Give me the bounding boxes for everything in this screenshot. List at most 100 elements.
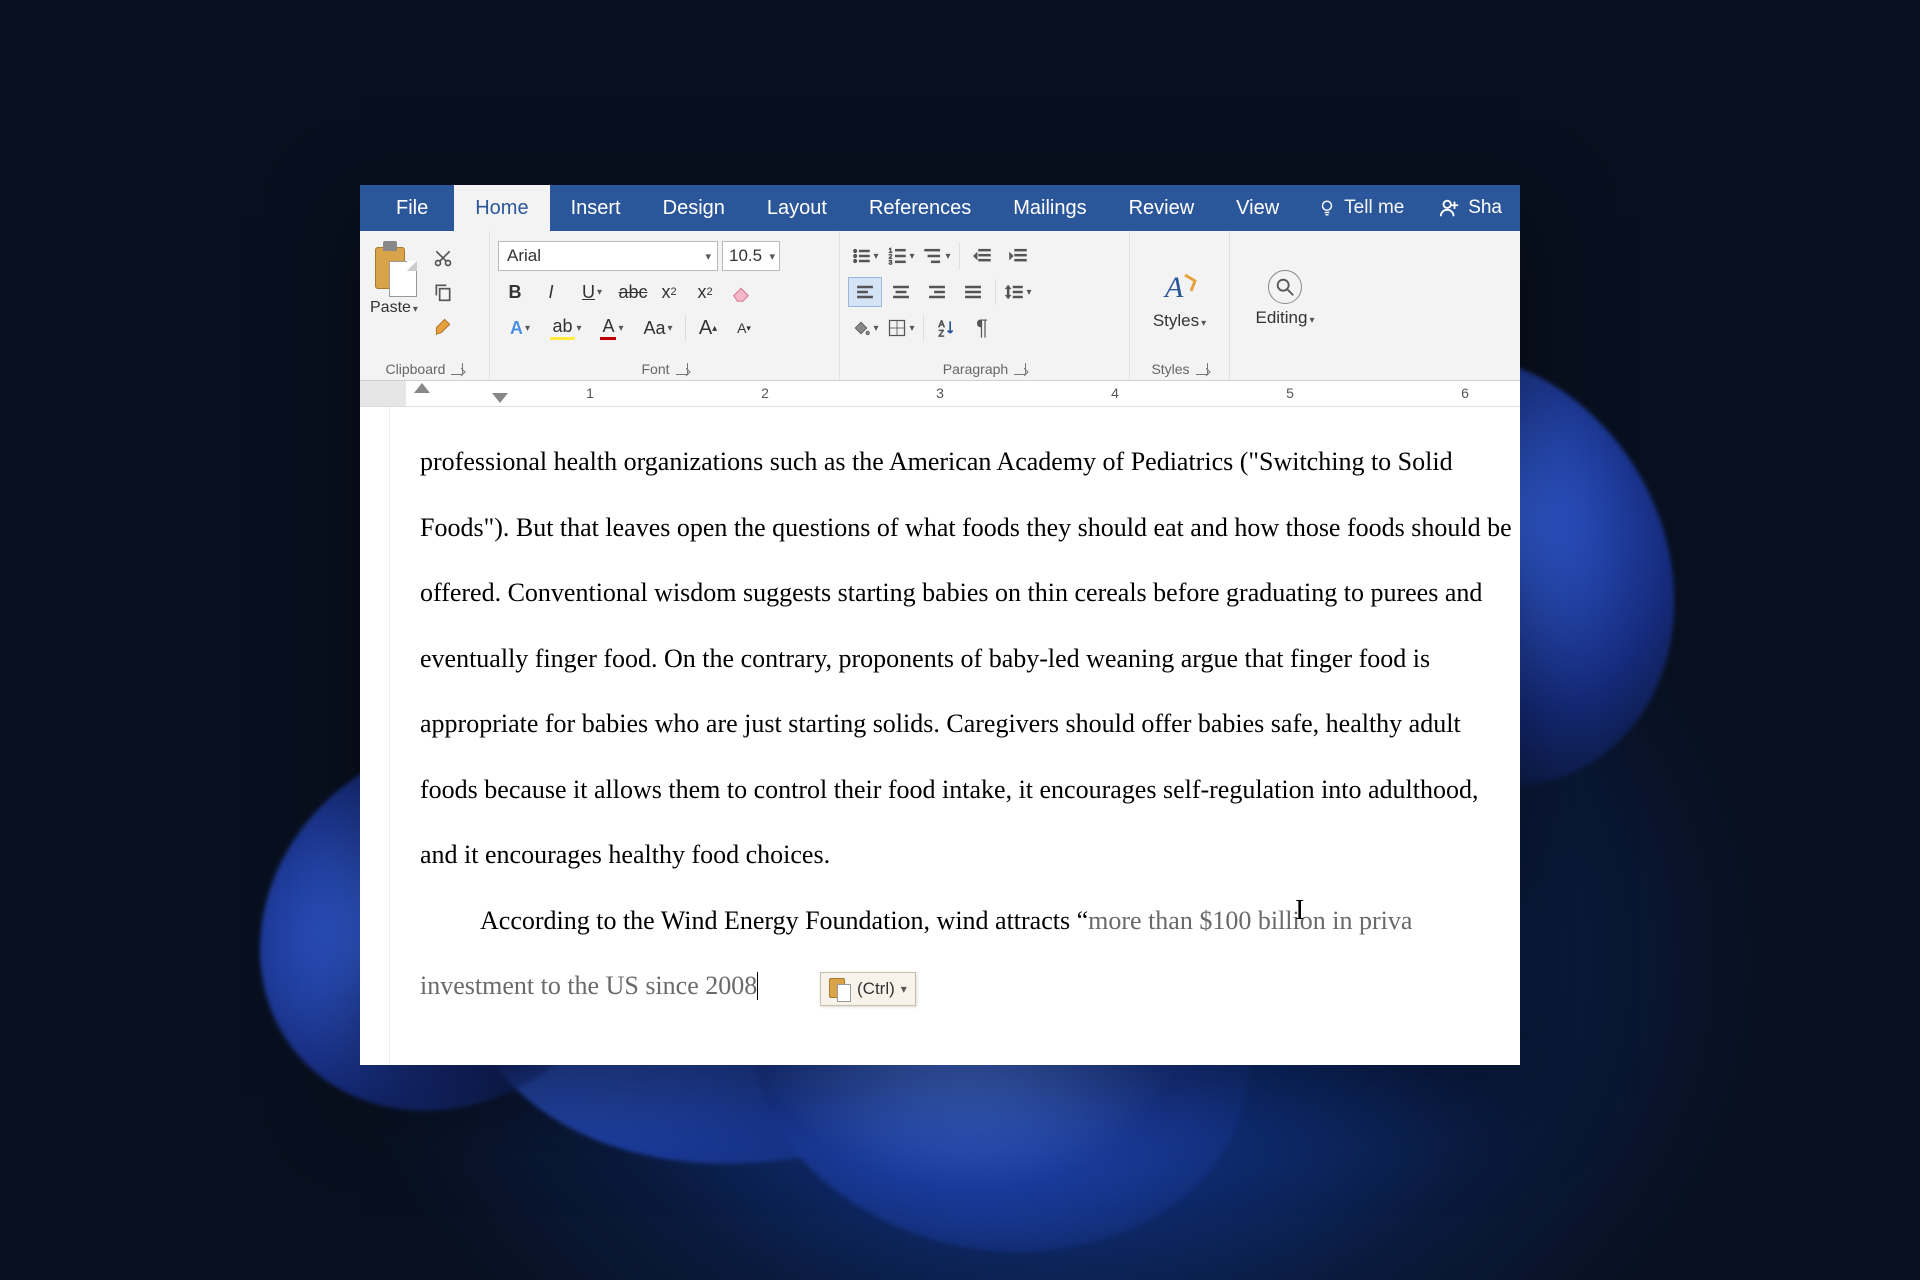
align-left-icon — [855, 282, 875, 302]
document-paragraph-2[interactable]: According to the Wind Energy Foundation,… — [420, 888, 1512, 1019]
group-font-label: Font — [641, 360, 669, 378]
format-painter-button[interactable] — [428, 311, 458, 341]
group-styles-label: Styles — [1151, 360, 1189, 378]
pilcrow-icon: ¶ — [976, 315, 988, 341]
tab-view[interactable]: View — [1215, 185, 1300, 231]
group-styles: A Styles Styles — [1130, 231, 1230, 380]
group-editing: Editing — [1230, 231, 1340, 380]
document-paragraph-1[interactable]: professional health organizations such a… — [420, 429, 1512, 888]
justify-icon — [963, 282, 983, 302]
sort-button[interactable]: AZ — [929, 313, 963, 343]
tell-me-label: Tell me — [1344, 197, 1404, 219]
document-page[interactable]: professional health organizations such a… — [390, 407, 1520, 1065]
styles-launcher[interactable] — [1196, 363, 1208, 375]
sort-icon: AZ — [936, 318, 956, 338]
align-center-button[interactable] — [884, 277, 918, 307]
ribbon-tabs: File Home Insert Design Layout Reference… — [360, 185, 1520, 231]
numbering-button[interactable]: 123 — [884, 241, 918, 271]
line-spacing-icon — [1004, 282, 1024, 302]
lightbulb-icon — [1318, 199, 1336, 217]
multilevel-list-button[interactable] — [920, 241, 954, 271]
ruler-tick-3: 3 — [936, 385, 944, 401]
group-paragraph: 123 AZ — [840, 231, 1130, 380]
outdent-icon — [972, 246, 992, 266]
align-right-icon — [927, 282, 947, 302]
group-editing-label — [1238, 360, 1332, 378]
svg-text:3: 3 — [889, 259, 893, 266]
underline-button[interactable]: U — [570, 277, 614, 307]
scissors-icon — [433, 248, 453, 268]
tab-review[interactable]: Review — [1108, 185, 1216, 231]
font-color-button[interactable]: A — [590, 313, 634, 343]
vertical-ruler[interactable] — [360, 407, 390, 1065]
tab-insert[interactable]: Insert — [550, 185, 642, 231]
paste-label[interactable]: Paste — [370, 299, 418, 317]
align-left-button[interactable] — [848, 277, 882, 307]
text-effects-button[interactable]: A — [498, 313, 542, 343]
chevron-down-icon: ▾ — [901, 982, 907, 996]
tab-design[interactable]: Design — [642, 185, 746, 231]
shading-button[interactable] — [848, 313, 882, 343]
tab-file[interactable]: File — [370, 185, 454, 231]
tab-mailings[interactable]: Mailings — [992, 185, 1107, 231]
tell-me[interactable]: Tell me — [1300, 197, 1422, 219]
group-clipboard: Paste Clipboard — [360, 231, 490, 380]
editing-button[interactable]: Editing — [1241, 237, 1328, 360]
font-size-combo[interactable]: 10.5 — [722, 241, 780, 271]
group-clipboard-label: Clipboard — [386, 360, 446, 378]
clipboard-launcher[interactable] — [451, 363, 463, 375]
svg-text:A: A — [1163, 271, 1184, 304]
paste-button[interactable] — [371, 241, 417, 299]
change-case-button[interactable]: Aa — [636, 313, 680, 343]
tab-home[interactable]: Home — [454, 185, 549, 231]
ruler-tick-4: 4 — [1111, 385, 1119, 401]
bold-button[interactable]: B — [498, 277, 532, 307]
font-size-value: 10.5 — [729, 246, 762, 266]
brush-icon — [433, 316, 453, 336]
numbering-icon: 123 — [887, 246, 907, 266]
copy-icon — [433, 282, 453, 302]
superscript-button[interactable]: x2 — [688, 277, 722, 307]
highlight-button[interactable]: ab — [544, 313, 588, 343]
person-share-icon — [1438, 197, 1460, 219]
strikethrough-button[interactable]: abc — [616, 277, 650, 307]
increase-indent-button[interactable] — [1001, 241, 1035, 271]
line-spacing-button[interactable] — [1001, 277, 1035, 307]
editing-label: Editing — [1255, 308, 1314, 328]
first-line-indent-marker[interactable] — [414, 383, 430, 393]
tab-references[interactable]: References — [848, 185, 992, 231]
borders-button[interactable] — [884, 313, 918, 343]
share-button[interactable]: Sha — [1424, 197, 1516, 219]
grow-font-button[interactable]: A▴ — [691, 313, 725, 343]
paragraph-launcher[interactable] — [1014, 363, 1026, 375]
italic-button[interactable]: I — [534, 277, 568, 307]
ruler-tick-5: 5 — [1286, 385, 1294, 401]
subscript-button[interactable]: x2 — [652, 277, 686, 307]
ibeam-cursor-icon: I — [1295, 895, 1304, 927]
para2-pasted-text: more than $100 billion in priva — [1088, 906, 1412, 935]
show-hide-button[interactable]: ¶ — [965, 313, 999, 343]
styles-label: Styles — [1153, 311, 1206, 331]
share-label: Sha — [1468, 197, 1502, 219]
tab-layout[interactable]: Layout — [746, 185, 848, 231]
align-right-button[interactable] — [920, 277, 954, 307]
bullets-button[interactable] — [848, 241, 882, 271]
font-name-combo[interactable]: Arial — [498, 241, 718, 271]
clear-formatting-button[interactable] — [724, 277, 758, 307]
document-area: professional health organizations such a… — [360, 407, 1520, 1065]
justify-button[interactable] — [956, 277, 990, 307]
styles-button[interactable]: A Styles — [1139, 237, 1220, 360]
decrease-indent-button[interactable] — [965, 241, 999, 271]
borders-icon — [887, 318, 907, 338]
shrink-font-button[interactable]: A▾ — [727, 313, 761, 343]
copy-button[interactable] — [428, 277, 458, 307]
eraser-icon — [730, 281, 752, 303]
font-name-value: Arial — [507, 246, 541, 266]
group-font: Arial 10.5 B I U abc x2 x2 A ab — [490, 231, 840, 380]
cut-button[interactable] — [428, 243, 458, 273]
horizontal-ruler[interactable]: L 1 2 3 4 5 6 — [360, 381, 1520, 407]
hanging-indent-marker[interactable] — [492, 393, 508, 403]
ruler-tick-2: 2 — [761, 385, 769, 401]
font-launcher[interactable] — [676, 363, 688, 375]
paste-options-button[interactable]: (Ctrl) ▾ — [820, 972, 916, 1006]
